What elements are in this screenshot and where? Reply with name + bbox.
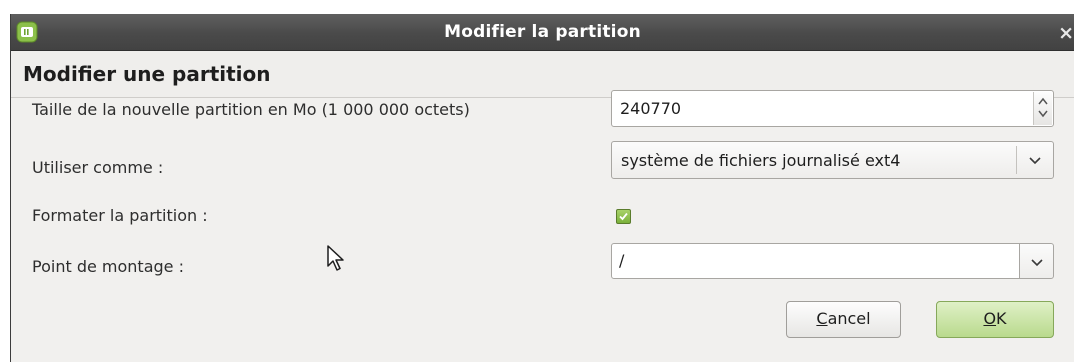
spin-buttons[interactable] bbox=[1033, 92, 1052, 125]
ok-button[interactable]: OK bbox=[936, 301, 1054, 338]
ok-mnemonic: O bbox=[983, 309, 997, 328]
cancel-mnemonic: C bbox=[816, 309, 828, 328]
dropdown-separator bbox=[1016, 146, 1017, 174]
close-icon[interactable]: × bbox=[1058, 22, 1074, 44]
checkmark-icon bbox=[619, 212, 628, 221]
mount-point-input[interactable]: / bbox=[611, 243, 1020, 279]
mount-point-dropdown-button[interactable] bbox=[1019, 243, 1054, 279]
cancel-label: ancel bbox=[827, 309, 871, 328]
form-panel bbox=[11, 97, 1074, 362]
use-as-value: système de fichiers journalisé ext4 bbox=[621, 151, 901, 170]
spin-up-arrow-icon[interactable] bbox=[1038, 97, 1048, 105]
spin-down-arrow-icon[interactable] bbox=[1038, 110, 1048, 118]
title-bar[interactable]: Modifier la partition × bbox=[11, 14, 1074, 51]
format-label: Formater la partition : bbox=[32, 206, 208, 225]
chevron-down-icon[interactable] bbox=[1028, 153, 1042, 167]
use-as-dropdown[interactable]: système de fichiers journalisé ext4 bbox=[611, 141, 1054, 179]
dialog-heading: Modifier une partition bbox=[23, 62, 271, 86]
size-label: Taille de la nouvelle partition en Mo (1… bbox=[32, 100, 470, 119]
size-spinbutton[interactable]: 240770 bbox=[611, 90, 1054, 127]
chevron-down-icon[interactable] bbox=[1030, 255, 1044, 269]
mouse-pointer-icon bbox=[327, 245, 344, 271]
format-checkbox[interactable] bbox=[616, 209, 631, 224]
cancel-button[interactable]: Cancel bbox=[786, 301, 901, 338]
use-as-label: Utiliser comme : bbox=[32, 158, 164, 177]
ok-label: K bbox=[996, 309, 1007, 328]
window-title: Modifier la partition bbox=[444, 22, 641, 42]
mount-point-value[interactable]: / bbox=[619, 251, 624, 270]
mount-point-label: Point de montage : bbox=[32, 257, 184, 276]
modify-partition-dialog: Modifier la partition × Modifier une par… bbox=[10, 14, 1074, 362]
size-value[interactable]: 240770 bbox=[620, 99, 681, 118]
